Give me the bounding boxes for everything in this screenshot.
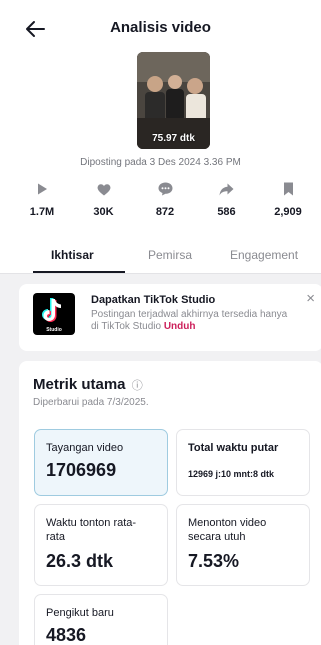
metrics-title: Metrik utama ⓘ	[33, 376, 143, 393]
download-link[interactable]: Unduh	[164, 321, 196, 332]
stat-value: 30K	[93, 206, 114, 218]
posted-date: Diposting pada 3 Des 2024 3.36 PM	[80, 157, 241, 168]
active-tab-indicator	[33, 271, 125, 273]
metric-value: 7.53%	[188, 551, 240, 571]
stat-value: 586	[217, 206, 236, 218]
metric-value: 1706969	[46, 460, 117, 480]
metric-label: Tayangan video	[46, 442, 124, 454]
stat-likes: 30K	[82, 181, 126, 218]
key-metrics-panel: Metrik utama ⓘ Diperbarui pada 7/3/2025.…	[19, 361, 321, 645]
stat-value: 1.7M	[29, 206, 55, 218]
stat-value: 872	[155, 206, 175, 218]
stat-shares: 586	[205, 181, 249, 218]
share-icon	[205, 181, 249, 197]
tiktok-note-icon	[42, 298, 61, 322]
stat-views: 1.7M	[20, 181, 64, 218]
metric-card-new-followers[interactable]: Pengikut baru 4836	[34, 594, 168, 645]
logo-studio-label: Studio	[46, 327, 62, 333]
banner-title: Dapatkan TikTok Studio	[91, 294, 216, 306]
info-icon[interactable]: ⓘ	[132, 380, 143, 392]
metric-card-video-views[interactable]: Tayangan video 1706969	[34, 429, 168, 496]
close-icon[interactable]: ×	[306, 290, 315, 307]
video-duration: 75.97 dtk	[152, 133, 195, 144]
analytics-tabs: Ikhtisar Pemirsa Engagement	[0, 244, 321, 274]
metric-label: Pengikut baru	[46, 607, 114, 619]
stat-comments: 872	[143, 181, 187, 218]
tiktok-studio-banner[interactable]: Studio Dapatkan TikTok Studio Postingan …	[19, 284, 321, 351]
page-title: Analisis video	[110, 19, 211, 36]
comment-icon	[143, 181, 187, 197]
tab-pemirsa[interactable]: Pemirsa	[148, 248, 192, 262]
metrics-title-text: Metrik utama	[33, 376, 126, 393]
tiktok-studio-logo: Studio	[33, 293, 75, 335]
bookmark-icon	[266, 181, 310, 197]
metric-card-full-video-watched[interactable]: Menonton video secara utuh 7.53%	[176, 504, 310, 586]
metric-card-total-watch-time[interactable]: Total waktu putar 12969 j:10 mnt:8 dtk	[176, 429, 310, 496]
metric-card-avg-watch-time[interactable]: Waktu tonton rata-rata 26.3 dtk	[34, 504, 168, 586]
video-thumbnail[interactable]: 75.97 dtk	[137, 52, 210, 149]
video-summary-panel: Analisis video 75.97 dtk Diposting pada …	[0, 0, 321, 274]
metrics-updated: Diperbarui pada 7/3/2025.	[33, 397, 149, 408]
metric-label: Menonton video secara utuh	[188, 517, 267, 543]
engagement-stats: 1.7M 30K 872 586 2,909	[20, 181, 310, 218]
metric-value: 12969 j:10 mnt:8 dtk	[188, 469, 275, 479]
heart-icon	[82, 181, 126, 197]
stat-saves: 2,909	[266, 181, 310, 218]
tab-ikhtisar[interactable]: Ikhtisar	[51, 248, 94, 262]
play-icon	[20, 181, 64, 197]
metric-label: Total waktu putar	[188, 442, 279, 454]
tab-engagement[interactable]: Engagement	[230, 248, 298, 262]
metric-value: 4836	[46, 625, 87, 645]
metric-value: 26.3 dtk	[46, 551, 114, 571]
banner-text: Postingan terjadwal akhirnya tersedia ha…	[91, 309, 296, 333]
stat-value: 2,909	[274, 206, 302, 218]
metric-label: Waktu tonton rata-rata	[46, 517, 137, 543]
